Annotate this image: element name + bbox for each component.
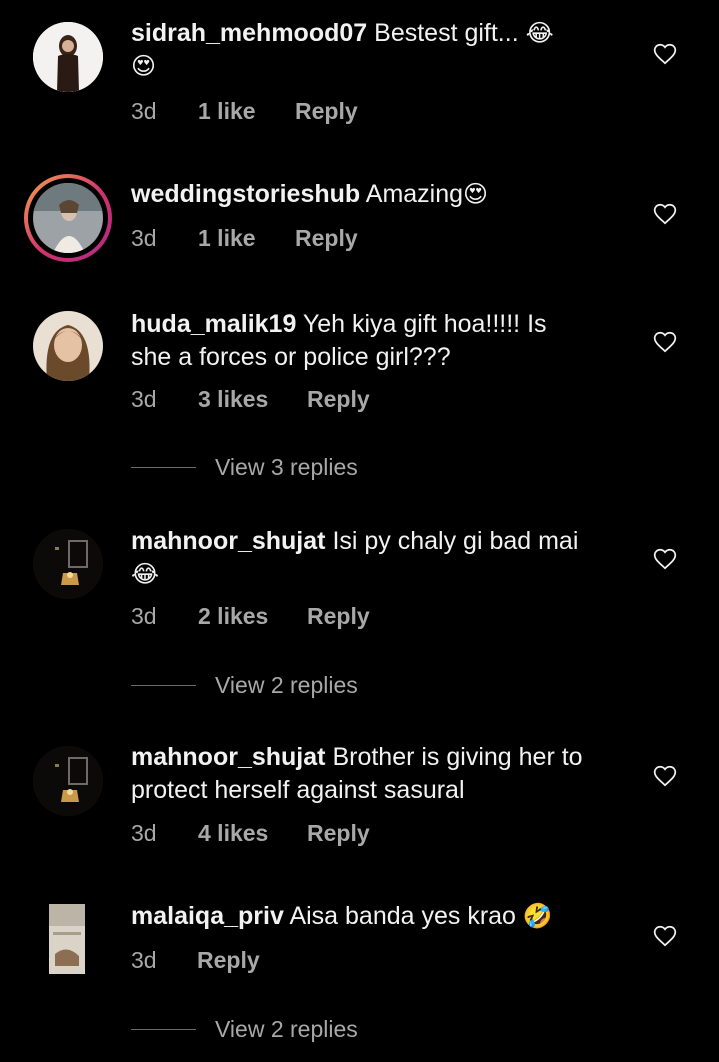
comment-username[interactable]: huda_malik19: [131, 310, 296, 338]
comment-text: malaiqa_priv Aisa banda yes krao 🤣: [131, 900, 621, 933]
avatar[interactable]: [33, 22, 103, 92]
comment-text: sidrah_mehmood07 Bestest gift... 😂 😍: [131, 17, 621, 83]
avatar-photo: [33, 746, 103, 816]
laugh-emoji: 😂: [131, 560, 160, 588]
avatar: [33, 183, 103, 253]
comment-text: huda_malik19 Yeh kiya gift hoa!!!!! Is s…: [131, 308, 621, 374]
replies-divider: [131, 467, 196, 468]
comment-body: Bestest gift...: [374, 19, 519, 47]
ring-gap: [28, 178, 108, 258]
likes-count[interactable]: 1 like: [198, 223, 256, 253]
reply-button[interactable]: Reply: [295, 96, 358, 126]
reply-button[interactable]: Reply: [197, 945, 260, 975]
comment-body: Aisa banda yes krao: [289, 902, 516, 930]
replies-divider: [131, 1029, 196, 1030]
comment-time: 3d: [131, 225, 157, 251]
avatar-photo: [33, 22, 103, 92]
heart-outline-icon[interactable]: [652, 546, 678, 572]
heart-outline-icon[interactable]: [652, 41, 678, 67]
comment-time: 3d: [131, 603, 157, 629]
laugh-emoji: 😂: [525, 19, 554, 47]
reply-button[interactable]: Reply: [307, 384, 370, 414]
reply-button[interactable]: Reply: [307, 818, 370, 848]
likes-count[interactable]: 3 likes: [198, 384, 268, 414]
comment-body-line1: Yeh kiya gift hoa!!!!! Is: [302, 310, 547, 338]
comment-body-line1: Brother is giving her to: [332, 743, 583, 771]
comment-username[interactable]: weddingstorieshub: [131, 180, 360, 208]
avatar[interactable]: [49, 904, 85, 974]
comment-time: 3d: [131, 820, 157, 846]
avatar[interactable]: [33, 311, 103, 381]
comment-time: 3d: [131, 386, 157, 412]
comment-time: 3d: [131, 947, 157, 973]
avatar-photo: [33, 311, 103, 381]
comment-time: 3d: [131, 98, 157, 124]
comment-username[interactable]: mahnoor_shujat: [131, 527, 325, 555]
avatar[interactable]: [33, 529, 103, 599]
view-replies-label[interactable]: View 3 replies: [215, 452, 358, 482]
replies-divider: [131, 685, 196, 686]
rofl-emoji: 🤣: [522, 902, 553, 930]
comment-username[interactable]: malaiqa_priv: [131, 902, 284, 930]
comment-text: weddingstorieshub Amazing😍: [131, 178, 621, 211]
avatar-story-ring[interactable]: [24, 174, 112, 262]
heart-eyes-emoji: 😍: [131, 52, 157, 80]
likes-count[interactable]: 4 likes: [198, 818, 268, 848]
avatar-photo: [33, 529, 103, 599]
likes-count[interactable]: 1 like: [198, 96, 256, 126]
heart-eyes-emoji: 😍: [463, 180, 489, 208]
reply-button[interactable]: Reply: [295, 223, 358, 253]
view-replies-label[interactable]: View 2 replies: [215, 1014, 358, 1044]
comment-body: Isi py chaly gi bad mai: [332, 527, 579, 555]
heart-outline-icon[interactable]: [652, 329, 678, 355]
heart-outline-icon[interactable]: [652, 923, 678, 949]
heart-outline-icon[interactable]: [652, 201, 678, 227]
comment-body-line2: protect herself against sasural: [131, 776, 465, 804]
reply-button[interactable]: Reply: [307, 601, 370, 631]
heart-outline-icon[interactable]: [652, 763, 678, 789]
avatar-photo: [33, 183, 103, 253]
comment-text: mahnoor_shujat Brother is giving her to …: [131, 741, 621, 807]
comment-body-line2: she a forces or police girl???: [131, 343, 451, 371]
comment-body: Amazing: [365, 180, 464, 208]
avatar[interactable]: [33, 746, 103, 816]
comment-username[interactable]: mahnoor_shujat: [131, 743, 325, 771]
view-replies-label[interactable]: View 2 replies: [215, 670, 358, 700]
likes-count[interactable]: 2 likes: [198, 601, 268, 631]
comment-text: mahnoor_shujat Isi py chaly gi bad mai 😂: [131, 525, 621, 591]
comment-username[interactable]: sidrah_mehmood07: [131, 19, 367, 47]
avatar-photo: [49, 904, 85, 974]
